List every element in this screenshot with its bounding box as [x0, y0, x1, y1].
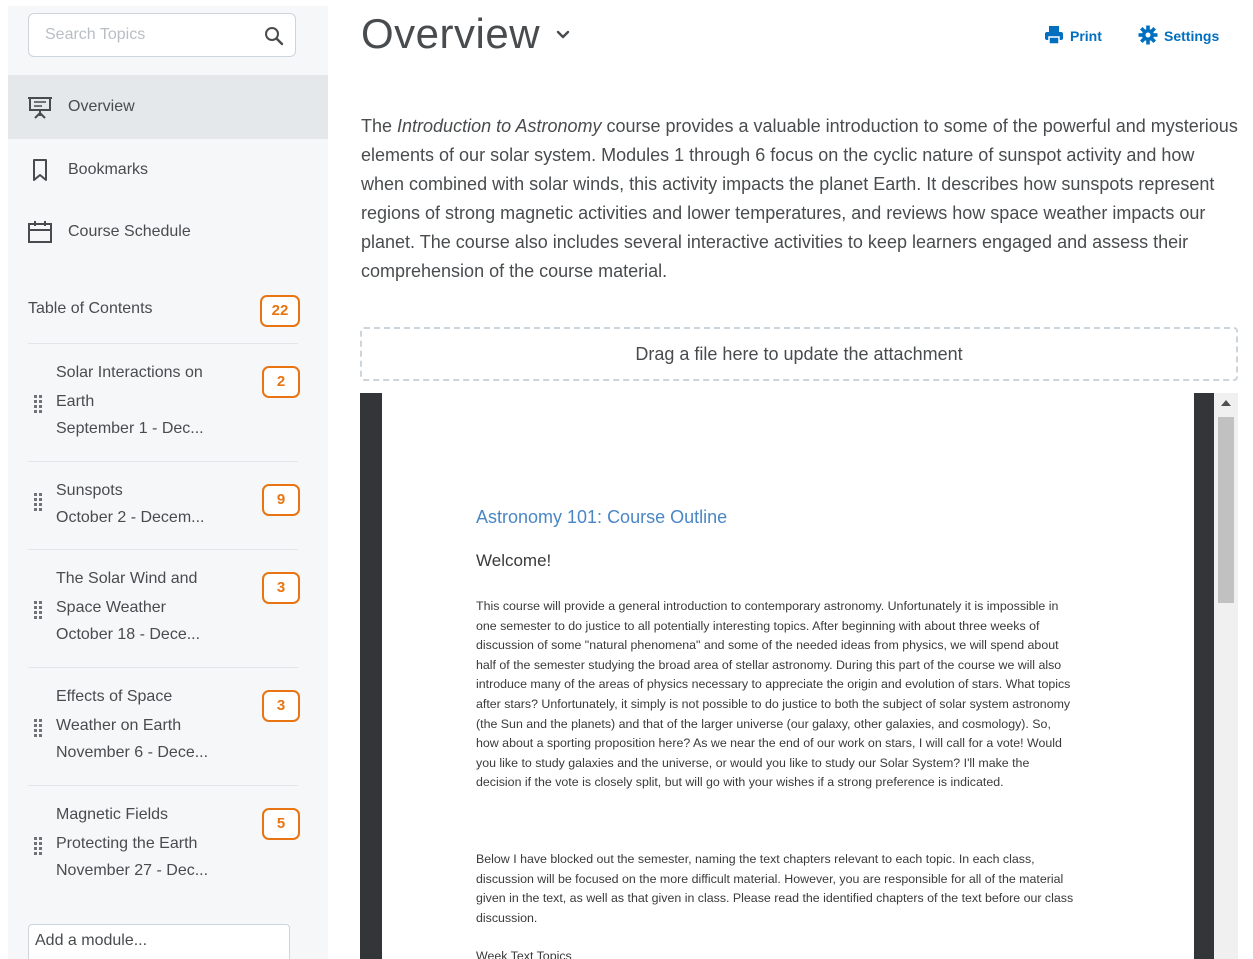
module-title-line1: Effects of Space — [56, 688, 173, 705]
print-label: Print — [1070, 28, 1102, 44]
document-viewer[interactable]: Astronomy 101: Course Outline Welcome! T… — [360, 393, 1238, 959]
presentation-icon — [26, 93, 54, 121]
module-item[interactable]: Effects of Space Weather on Earth Novemb… — [28, 667, 300, 785]
description-part1: The — [361, 116, 398, 136]
add-module-input[interactable]: Add a module... — [28, 924, 290, 959]
scroll-up-arrow-icon[interactable] — [1221, 400, 1231, 406]
nav-label-course-schedule: Course Schedule — [68, 223, 191, 240]
bookmark-icon — [26, 156, 54, 184]
module-text: Effects of Space Weather on Earth Novemb… — [56, 682, 241, 766]
module-dates: October 18 - Dece... — [56, 626, 201, 643]
nav-item-overview[interactable]: Overview — [8, 75, 328, 139]
drag-handle-icon[interactable] — [32, 600, 44, 620]
module-text: Solar Interactions on Earth September 1 … — [56, 358, 241, 442]
document-welcome: Welcome! — [476, 551, 552, 570]
settings-button[interactable]: Settings — [1138, 24, 1219, 48]
document-paragraph-2: Below I have blocked out the semester, n… — [476, 852, 1074, 925]
module-dates: November 27 - Dec... — [56, 862, 209, 879]
document-scrollbar[interactable] — [1214, 393, 1238, 959]
module-title-line2: Protecting the Earth — [56, 835, 198, 852]
module-count-badge: 9 — [262, 484, 300, 516]
description-course-name: Introduction to Astronomy — [397, 116, 602, 136]
document-table-header: Week Text Topics — [476, 949, 572, 959]
module-title-line1: Solar Interactions on — [56, 364, 203, 381]
chevron-down-icon[interactable] — [552, 24, 574, 46]
module-dates: November 6 - Dece... — [56, 744, 209, 761]
drag-handle-icon[interactable] — [32, 836, 44, 856]
printer-icon — [1044, 25, 1070, 48]
module-dates: October 2 - Decem... — [56, 509, 205, 526]
sidebar: Overview Bookmarks Course Schedule Table… — [8, 6, 328, 959]
settings-label: Settings — [1164, 28, 1220, 44]
file-dropzone[interactable]: Drag a file here to update the attachmen… — [360, 327, 1238, 381]
module-dates: September 1 - Dec... — [56, 420, 204, 437]
calendar-icon — [26, 218, 54, 246]
module-item[interactable]: Sunspots October 2 - Decem... 9 — [28, 461, 300, 549]
module-text: Sunspots October 2 - Decem... — [56, 476, 241, 531]
nav-item-course-schedule[interactable]: Course Schedule — [8, 200, 328, 264]
document-title: Astronomy 101: Course Outline — [476, 507, 728, 527]
nav-item-bookmarks[interactable]: Bookmarks — [8, 138, 328, 202]
scrollbar-thumb[interactable] — [1218, 417, 1234, 603]
toc-label: Table of Contents — [28, 300, 153, 317]
nav-label-overview: Overview — [68, 98, 135, 115]
module-title-line2: Weather on Earth — [56, 717, 182, 734]
module-title-line2: Earth — [56, 393, 95, 410]
table-of-contents-header[interactable]: Table of Contents 22 — [28, 295, 300, 332]
module-count-badge: 3 — [262, 572, 300, 604]
nav-label-bookmarks: Bookmarks — [68, 161, 149, 178]
module-item[interactable]: Magnetic Fields Protecting the Earth Nov… — [28, 785, 300, 903]
document-page: Astronomy 101: Course Outline Welcome! T… — [382, 393, 1194, 959]
toc-count-badge: 22 — [260, 295, 300, 327]
module-text: The Solar Wind and Space Weather October… — [56, 564, 241, 648]
module-count-badge: 3 — [262, 690, 300, 722]
module-title-line1: Magnetic Fields — [56, 806, 169, 823]
document-paragraph-1: This course will provide a general intro… — [476, 599, 1071, 790]
course-description: The Introduction to Astronomy course pro… — [361, 112, 1241, 286]
module-title-line2: Space Weather — [56, 599, 166, 616]
module-count-badge: 2 — [262, 366, 300, 398]
module-item[interactable]: The Solar Wind and Space Weather October… — [28, 549, 300, 667]
module-count-badge: 5 — [262, 808, 300, 840]
search-box — [28, 13, 296, 57]
print-button[interactable]: Print — [1044, 24, 1102, 48]
gear-icon — [1138, 25, 1164, 48]
main-content: Overview Print Settings The Introduction… — [328, 0, 1253, 959]
page-title: Overview — [361, 10, 541, 57]
module-text: Magnetic Fields Protecting the Earth Nov… — [56, 800, 241, 884]
description-part2: course provides a valuable introduction … — [361, 116, 1238, 281]
module-item[interactable]: Solar Interactions on Earth September 1 … — [28, 343, 300, 461]
module-title-line1: The Solar Wind and — [56, 570, 198, 587]
drag-handle-icon[interactable] — [32, 394, 44, 414]
module-title-line1: Sunspots — [56, 482, 123, 499]
drag-handle-icon[interactable] — [32, 718, 44, 738]
search-icon[interactable] — [263, 25, 285, 47]
search-input[interactable] — [29, 14, 259, 56]
drag-handle-icon[interactable] — [32, 492, 44, 512]
